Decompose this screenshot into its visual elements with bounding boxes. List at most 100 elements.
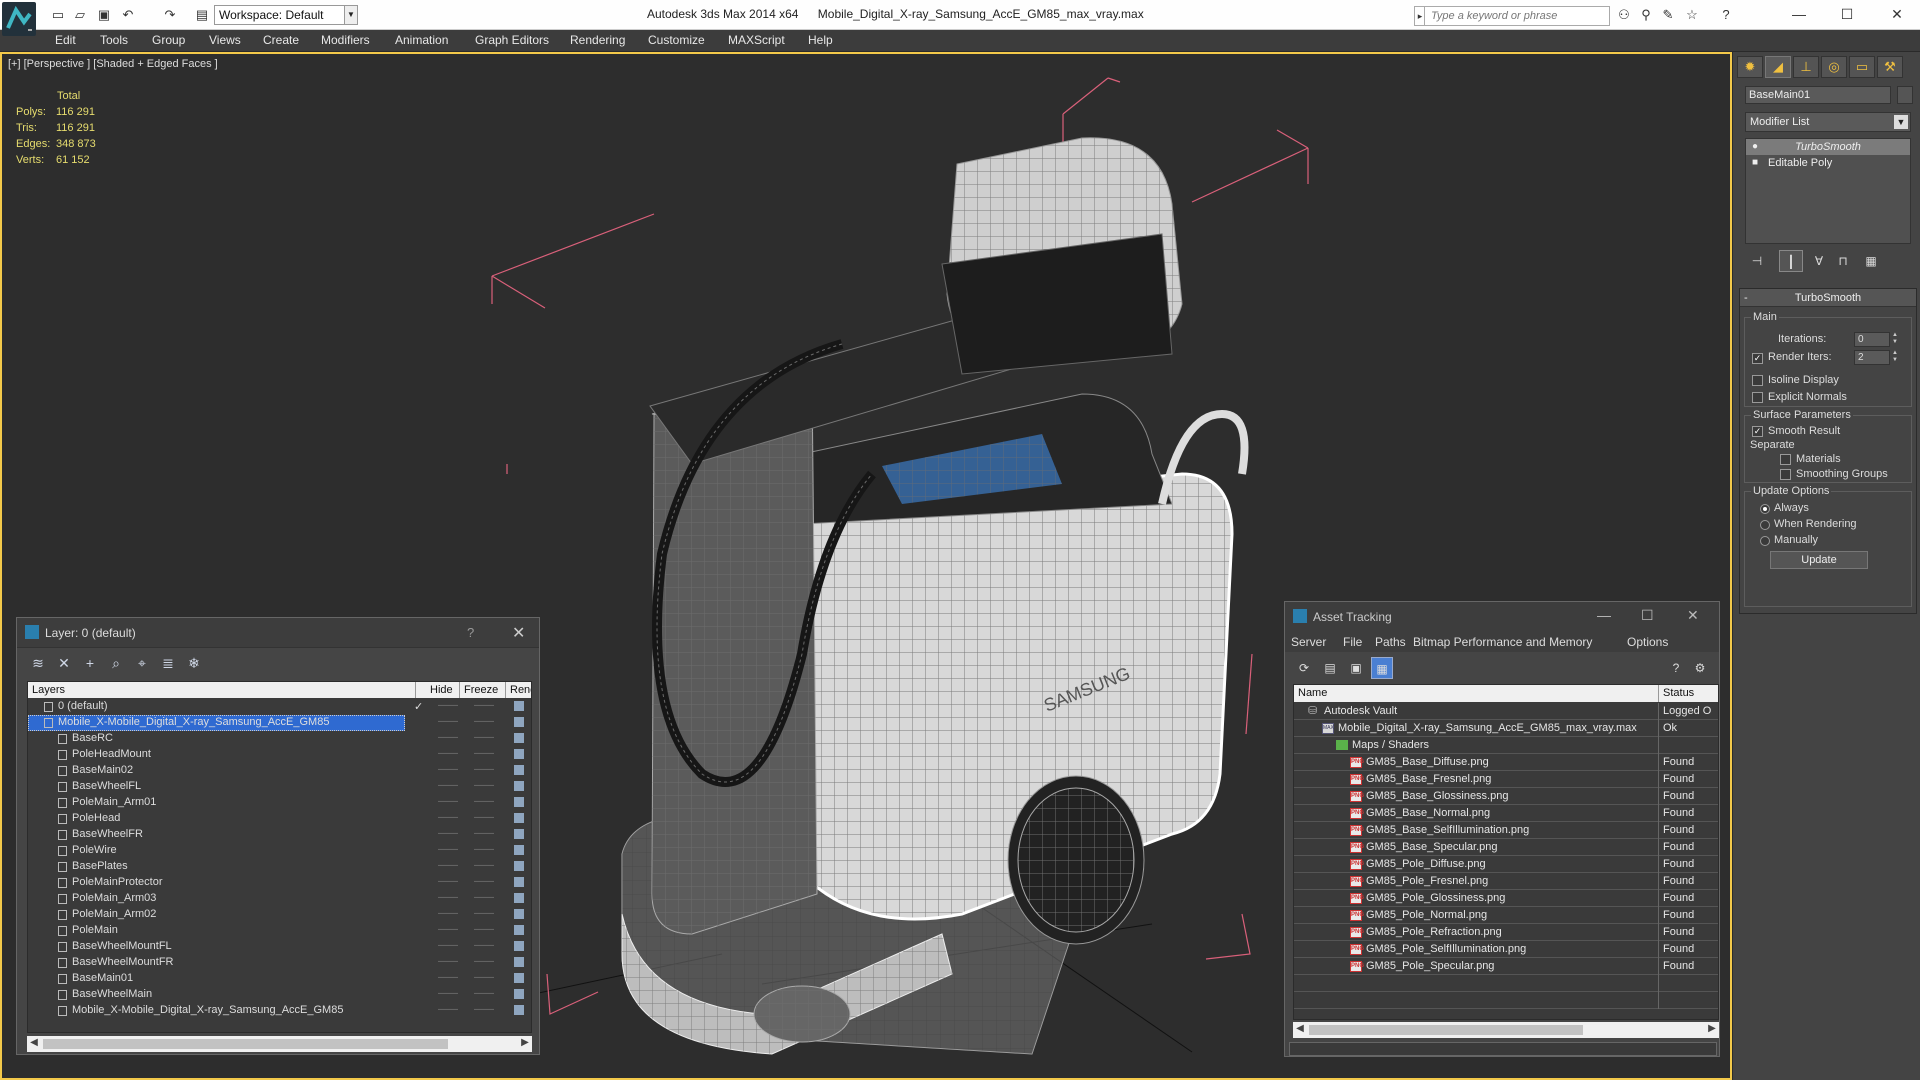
asset-row[interactable]: PNG GM85_Base_Normal.png Found (1294, 805, 1718, 822)
column-render[interactable]: Renc (506, 682, 531, 698)
render-toggle-icon[interactable] (514, 973, 524, 983)
asset-row[interactable]: MAX Mobile_Digital_X-ray_Samsung_AccE_GM8… (1294, 720, 1718, 737)
hide-toggle[interactable]: —— (438, 908, 458, 919)
layer-row[interactable]: BaseMain01 —— —— (28, 971, 531, 987)
render-toggle-icon[interactable] (514, 829, 524, 839)
menu-maxscript[interactable]: MAXScript (728, 33, 785, 47)
minimize-button[interactable]: — (1784, 4, 1814, 24)
asset-row[interactable]: PNG GM85_Base_Glossiness.png Found (1294, 788, 1718, 805)
render-toggle-icon[interactable] (514, 1005, 524, 1015)
menu-create[interactable]: Create (263, 33, 299, 47)
layer-table[interactable]: Layers Hide Freeze Renc 0 (default) ✓ —— ——… (27, 681, 532, 1033)
asset-row[interactable]: PNG GM85_Pole_Refraction.png Found (1294, 924, 1718, 941)
binoculars-icon[interactable]: ⚇ (1616, 7, 1632, 23)
freeze-toggle[interactable]: —— (474, 764, 494, 775)
menu-modifiers[interactable]: Modifiers (321, 33, 370, 47)
column-freeze[interactable]: Freeze (460, 682, 506, 698)
freeze-all-layers-icon[interactable]: ❄ (183, 652, 205, 674)
column-hide[interactable]: Hide (426, 682, 460, 698)
display-tab-icon[interactable]: ▭ (1849, 56, 1875, 78)
render-toggle-icon[interactable] (514, 941, 524, 951)
when-rendering-radio[interactable] (1760, 520, 1770, 530)
help-icon[interactable]: ? (1718, 7, 1734, 23)
render-toggle-icon[interactable] (514, 877, 524, 887)
freeze-toggle[interactable]: —— (474, 700, 494, 711)
render-iters-checkbox[interactable]: ✓ (1752, 353, 1763, 364)
layer-row[interactable]: BasePlates —— —— (28, 859, 531, 875)
delete-layer-icon[interactable]: ✕ (53, 652, 75, 674)
highlight-layer-icon[interactable]: ⌖ (131, 652, 153, 674)
render-toggle-icon[interactable] (514, 749, 524, 759)
settings-icon[interactable]: ⚙ (1689, 657, 1711, 679)
layer-row[interactable]: PoleMain_Arm01 —— —— (28, 795, 531, 811)
asset-path-field[interactable] (1289, 1042, 1717, 1056)
open-file-icon[interactable]: ▱ (72, 7, 88, 23)
layer-row[interactable]: PoleHeadMount —— —— (28, 747, 531, 763)
active-layer-check-icon[interactable]: ✓ (414, 700, 423, 713)
hide-toggle[interactable]: —— (438, 988, 458, 999)
freeze-toggle[interactable]: —— (474, 972, 494, 983)
modifier-list-dropdown[interactable]: Modifier List ▼ (1745, 112, 1911, 132)
layer-row[interactable]: BaseWheelMountFR —— —— (28, 955, 531, 971)
modifier-stack[interactable]: ● TurboSmooth ■ Editable Poly (1745, 138, 1911, 244)
hide-toggle[interactable]: —— (438, 1004, 458, 1015)
isoline-display-checkbox[interactable] (1752, 375, 1763, 386)
asset-row[interactable]: PNG GM85_Pole_Fresnel.png Found (1294, 873, 1718, 890)
viewport-label[interactable]: [+] [Perspective ] [Shaded + Edged Faces… (8, 58, 218, 70)
render-toggle-icon[interactable] (514, 909, 524, 919)
hide-toggle[interactable]: —— (438, 940, 458, 951)
layer-row[interactable]: PoleMain_Arm03 —— —— (28, 891, 531, 907)
help-icon[interactable]: ? (467, 625, 474, 640)
freeze-toggle[interactable]: —— (474, 812, 494, 823)
scroll-left-icon[interactable]: ◀ (1293, 1023, 1307, 1034)
rollout-header[interactable]: - TurboSmooth (1740, 289, 1916, 307)
menu-tools[interactable]: Tools (100, 33, 128, 47)
render-toggle-icon[interactable] (514, 701, 524, 711)
menu-paths[interactable]: Paths (1375, 635, 1406, 649)
asset-row[interactable]: PNG GM85_Pole_Glossiness.png Found (1294, 890, 1718, 907)
spinner-arrows-icon[interactable]: ▲ ▼ (1891, 350, 1899, 365)
menu-views[interactable]: Views (209, 33, 241, 47)
menu-server[interactable]: Server (1291, 635, 1326, 649)
create-tab-icon[interactable]: ✹ (1737, 56, 1763, 78)
freeze-toggle[interactable]: —— (474, 1004, 494, 1015)
minimize-button[interactable]: — (1597, 607, 1611, 623)
render-toggle-icon[interactable] (514, 845, 524, 855)
add-to-layer-icon[interactable]: + (79, 652, 101, 674)
hide-toggle[interactable]: —— (438, 828, 458, 839)
iterations-spinner[interactable]: 0 (1854, 332, 1890, 347)
hide-toggle[interactable]: —— (438, 892, 458, 903)
workspace-dropdown[interactable]: Workspace: Default (214, 5, 358, 25)
render-toggle-icon[interactable] (514, 893, 524, 903)
render-toggle-icon[interactable] (514, 733, 524, 743)
layer-row[interactable]: BaseWheelFR —— —— (28, 827, 531, 843)
hide-toggle[interactable]: —— (438, 700, 458, 711)
menu-animation[interactable]: Animation (395, 33, 448, 47)
layer-row[interactable]: Mobile_X-Mobile_Digital_X-ray_Samsung_Ac… (28, 1003, 531, 1019)
update-button[interactable]: Update (1770, 551, 1868, 569)
favorites-star-icon[interactable]: ☆ (1684, 7, 1700, 23)
hide-toggle[interactable]: —— (438, 924, 458, 935)
layer-window-titlebar[interactable]: Layer: 0 (default) ? ✕ (17, 618, 539, 648)
hierarchy-tab-icon[interactable]: ⊥ (1793, 56, 1819, 78)
menu-customize[interactable]: Customize (648, 33, 705, 47)
object-name-field[interactable]: BaseMain01 (1745, 86, 1891, 104)
asset-row[interactable]: PNG GM85_Base_SelfIllumination.png Found (1294, 822, 1718, 839)
always-radio[interactable] (1760, 504, 1770, 514)
freeze-toggle[interactable]: —— (474, 716, 494, 727)
hide-toggle[interactable]: —— (438, 956, 458, 967)
spinner-arrows-icon[interactable]: ▲ ▼ (1891, 332, 1899, 347)
render-iters-spinner[interactable]: 2 (1854, 350, 1890, 365)
hide-all-layers-icon[interactable]: ≣ (157, 652, 179, 674)
freeze-toggle[interactable]: —— (474, 860, 494, 871)
menu-rendering[interactable]: Rendering (570, 33, 625, 47)
menu-group[interactable]: Group (152, 33, 185, 47)
hide-toggle[interactable]: —— (438, 780, 458, 791)
remove-modifier-icon[interactable]: ⊓ (1831, 250, 1855, 272)
utilities-tab-icon[interactable]: ⚒ (1877, 56, 1903, 78)
table-view-icon[interactable]: ▦ (1371, 657, 1393, 679)
refresh-icon[interactable]: ⟳ (1293, 657, 1315, 679)
render-toggle-icon[interactable] (514, 717, 524, 727)
maximize-button[interactable]: ☐ (1832, 4, 1862, 24)
hide-toggle[interactable]: —— (438, 796, 458, 807)
